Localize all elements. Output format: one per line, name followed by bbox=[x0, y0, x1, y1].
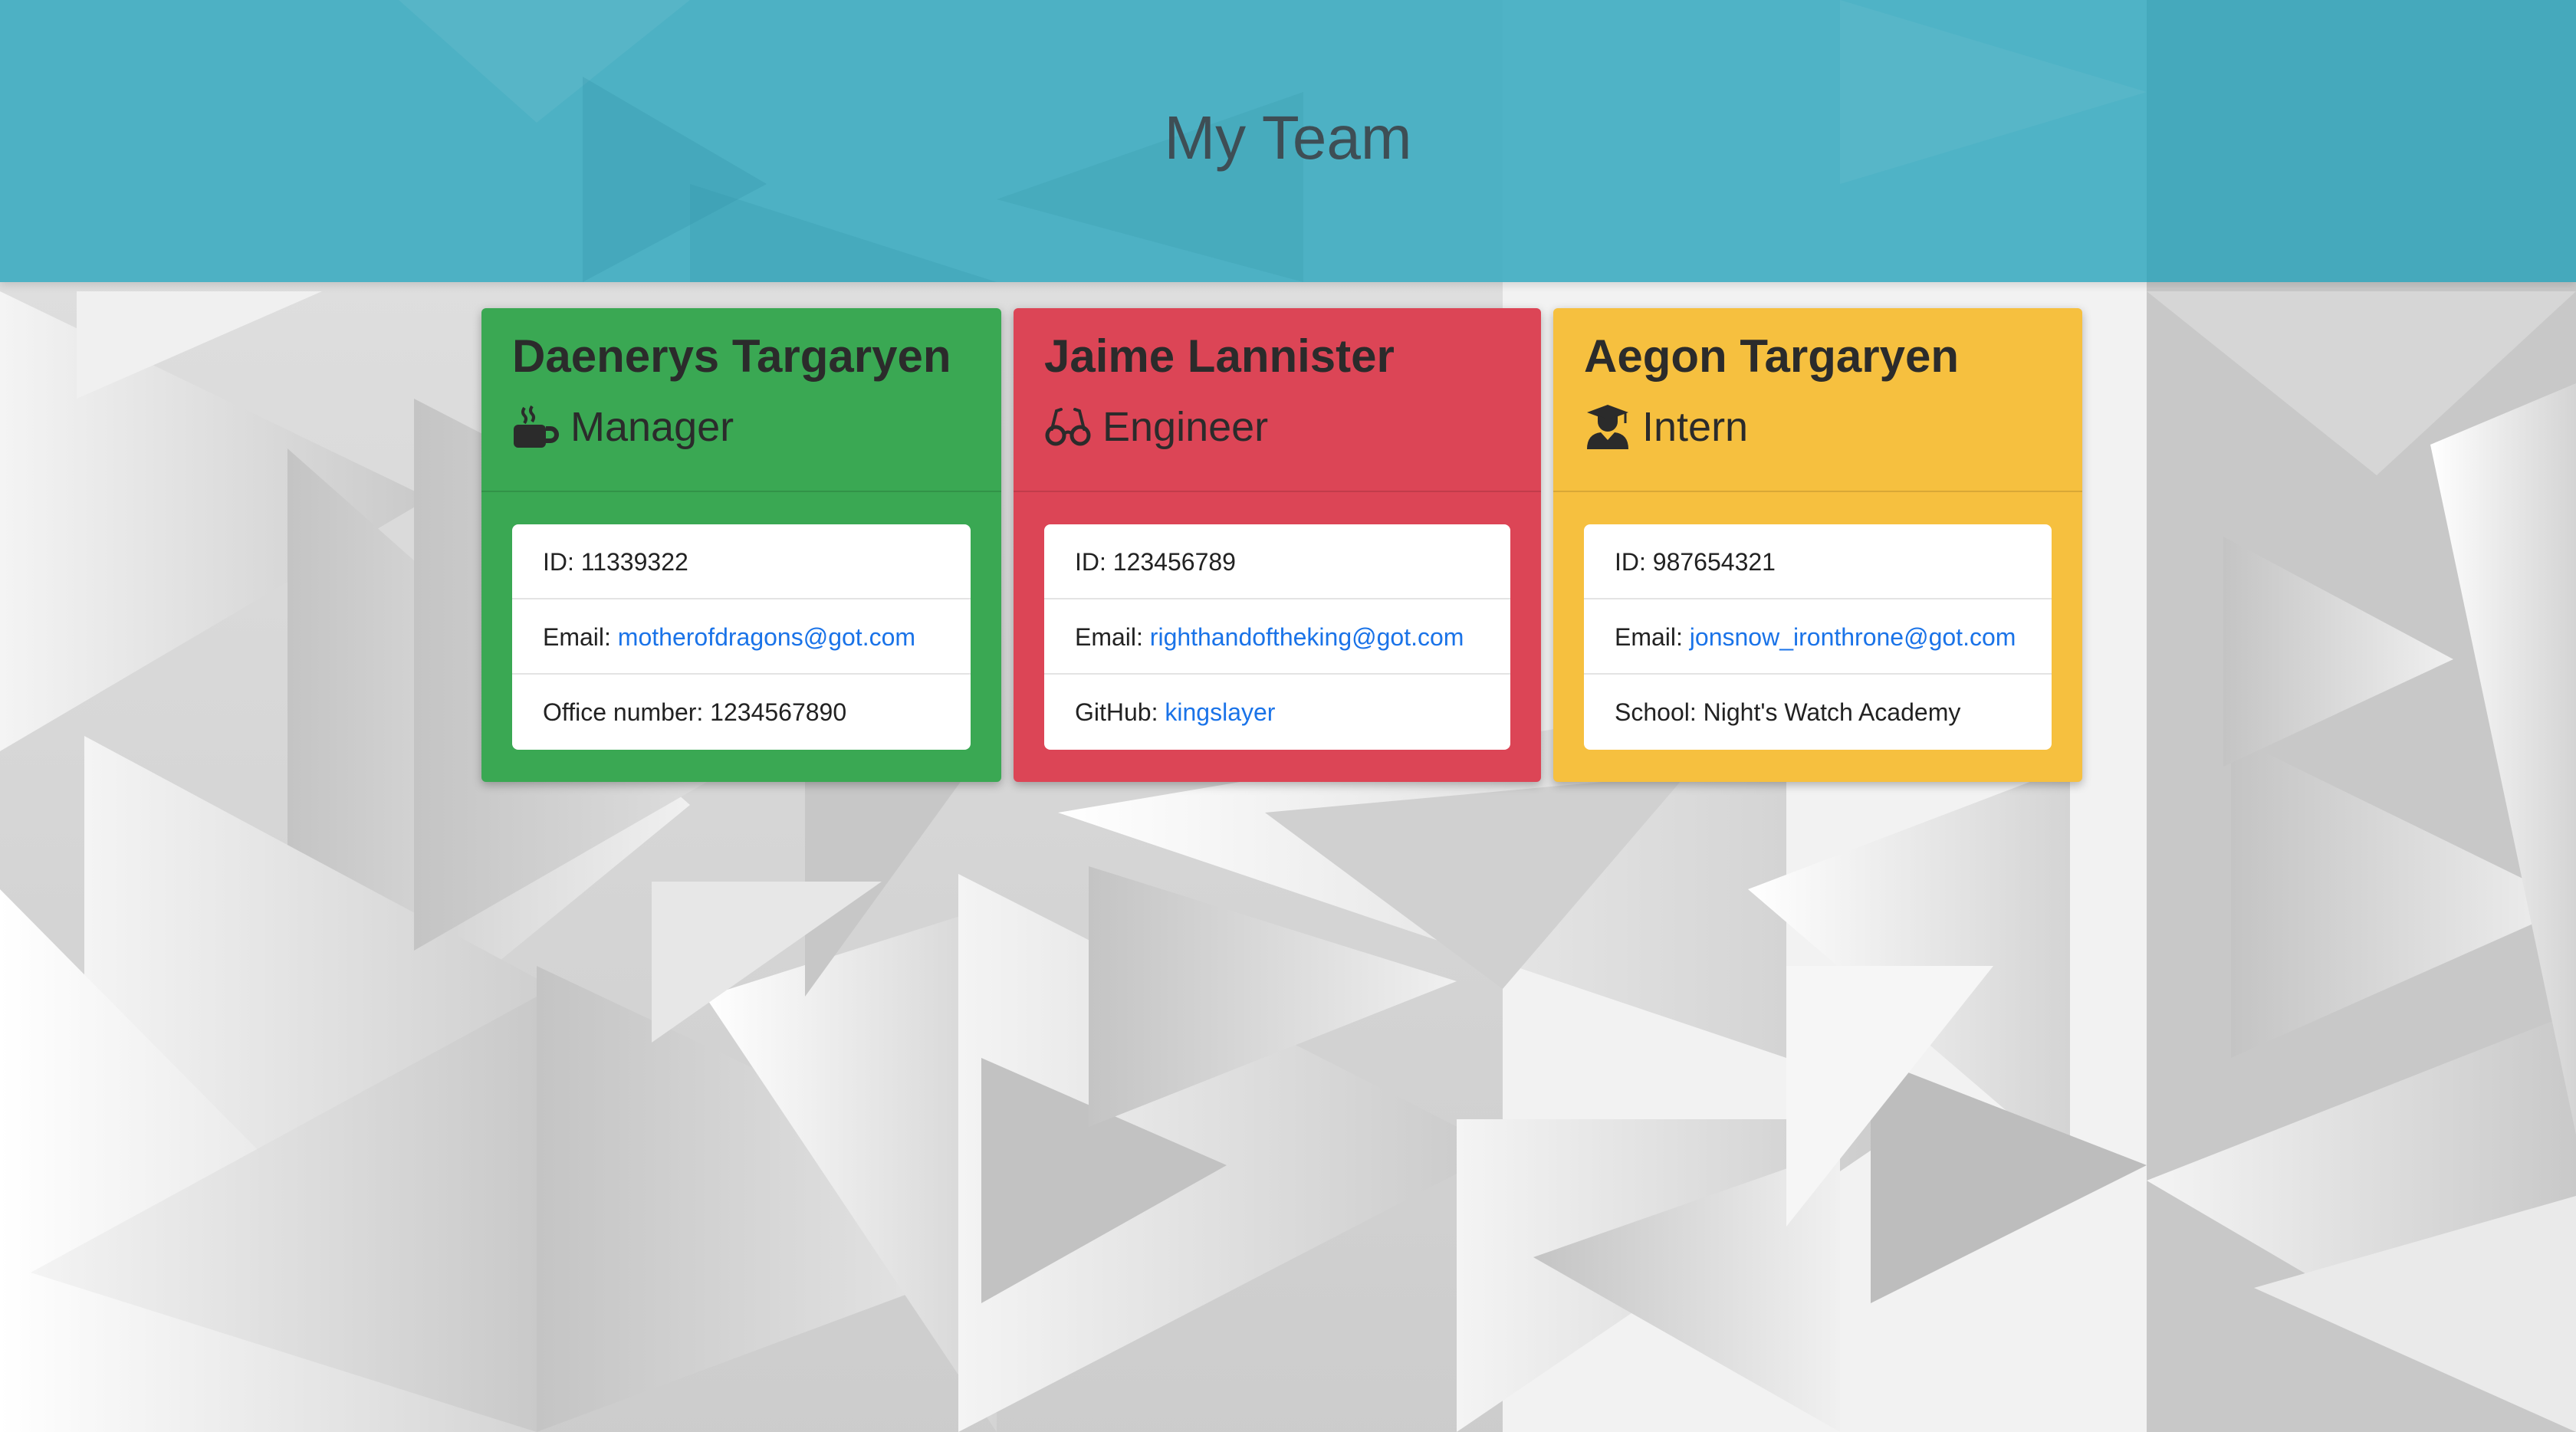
role-label: Intern bbox=[1642, 404, 1749, 450]
email-label: Email: bbox=[1075, 623, 1143, 651]
info-list: ID: 123456789 Email: righthandoftheking@… bbox=[1044, 524, 1510, 750]
glasses-icon bbox=[1044, 403, 1092, 451]
employee-name: Aegon Targaryen bbox=[1584, 330, 1959, 382]
email-link[interactable]: jonsnow_ironthrone@got.com bbox=[1690, 623, 2016, 651]
email-row: Email: jonsnow_ironthrone@got.com bbox=[1584, 599, 2052, 675]
id-value: 11339322 bbox=[580, 548, 688, 576]
graduate-icon bbox=[1584, 403, 1631, 451]
card-header: Jaime Lannister Engineer bbox=[1014, 308, 1541, 492]
coffee-mug-icon bbox=[512, 403, 560, 451]
intern-card: Aegon Targaryen Intern ID: 987654321 Ema… bbox=[1553, 308, 2082, 782]
office-number-value: 1234567890 bbox=[710, 698, 847, 726]
office-number-label: Office number: bbox=[543, 698, 704, 726]
role-label: Engineer bbox=[1102, 404, 1269, 450]
office-number-row: Office number: 1234567890 bbox=[512, 675, 971, 750]
info-list: ID: 987654321 Email: jonsnow_ironthrone@… bbox=[1584, 524, 2052, 750]
email-link[interactable]: motherofdragons@got.com bbox=[618, 623, 915, 651]
id-value: 123456789 bbox=[1112, 548, 1236, 576]
id-label: ID: bbox=[543, 548, 574, 576]
engineer-card: Jaime Lannister Engineer ID: 123456789 E… bbox=[1014, 308, 1541, 782]
github-link[interactable]: kingslayer bbox=[1165, 698, 1275, 726]
id-row: ID: 123456789 bbox=[1044, 524, 1510, 599]
card-header: Daenerys Targaryen Manager bbox=[481, 308, 1001, 492]
id-value: 987654321 bbox=[1652, 548, 1776, 576]
github-label: GitHub: bbox=[1075, 698, 1158, 726]
school-row: School: Night's Watch Academy bbox=[1584, 675, 2052, 750]
email-row: Email: righthandoftheking@got.com bbox=[1044, 599, 1510, 675]
employee-role: Engineer bbox=[1044, 403, 1268, 451]
manager-card: Daenerys Targaryen Manager ID: 11339322 bbox=[481, 308, 1001, 782]
email-label: Email: bbox=[1615, 623, 1683, 651]
email-row: Email: motherofdragons@got.com bbox=[512, 599, 971, 675]
id-row: ID: 987654321 bbox=[1584, 524, 2052, 599]
id-label: ID: bbox=[1075, 548, 1106, 576]
id-label: ID: bbox=[1615, 548, 1646, 576]
github-row: GitHub: kingslayer bbox=[1044, 675, 1510, 750]
card-header: Aegon Targaryen Intern bbox=[1553, 308, 2082, 492]
email-label: Email: bbox=[543, 623, 611, 651]
email-link[interactable]: righthandoftheking@got.com bbox=[1150, 623, 1464, 651]
employee-name: Daenerys Targaryen bbox=[512, 330, 951, 382]
employee-name: Jaime Lannister bbox=[1044, 330, 1395, 382]
employee-role: Intern bbox=[1584, 403, 1748, 451]
page-title: My Team bbox=[1164, 103, 1412, 172]
role-label: Manager bbox=[570, 404, 734, 450]
page-header: My Team bbox=[0, 0, 2576, 282]
employee-role: Manager bbox=[512, 403, 734, 451]
school-label: School: bbox=[1615, 698, 1697, 726]
school-value: Night's Watch Academy bbox=[1703, 698, 1961, 726]
id-row: ID: 11339322 bbox=[512, 524, 971, 599]
info-list: ID: 11339322 Email: motherofdragons@got.… bbox=[512, 524, 971, 750]
